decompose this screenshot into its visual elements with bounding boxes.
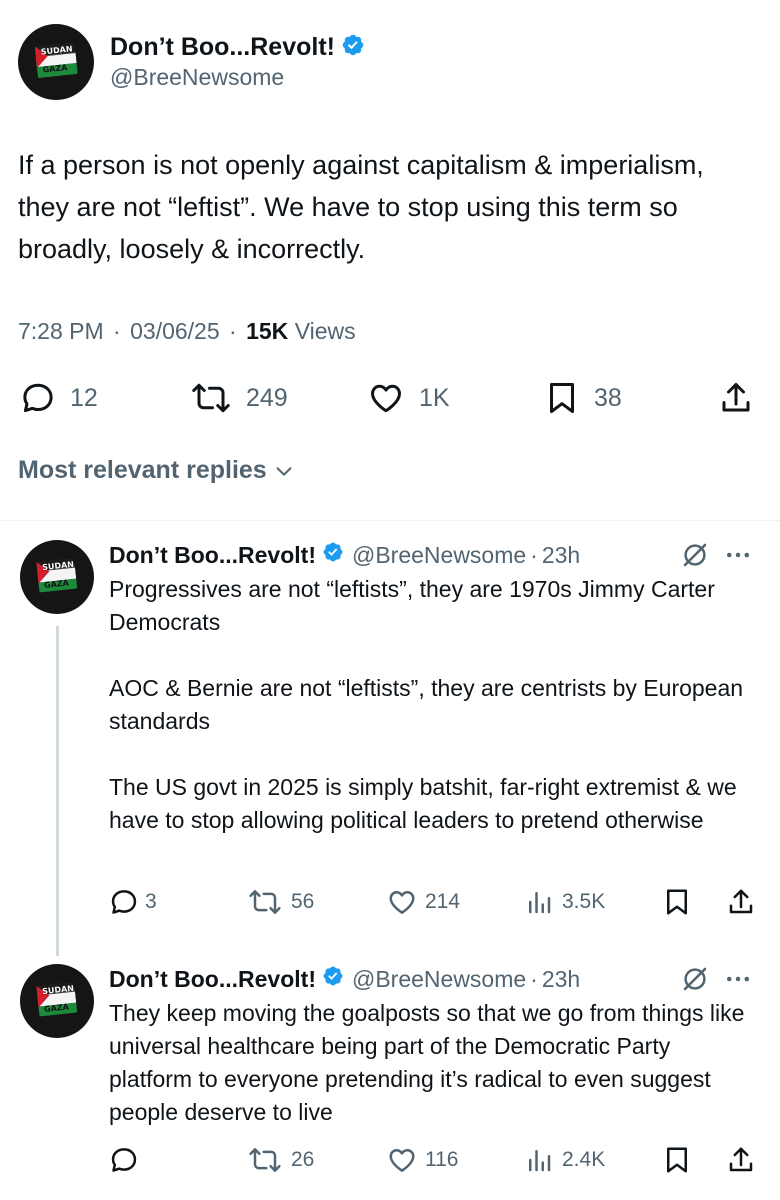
reply-top-right — [678, 964, 754, 994]
repost-count: 249 — [246, 383, 288, 412]
chevron-down-icon — [276, 466, 292, 476]
analytics-icon — [529, 892, 551, 914]
heart-icon — [371, 384, 401, 413]
bookmark-button[interactable]: 38 — [544, 374, 622, 422]
like-count: 1K — [419, 383, 450, 412]
reply-action-bar: 26 116 2.4K — [0, 1142, 780, 1178]
meta-separator: · — [113, 318, 121, 344]
tweet-text: If a person is not openly against capita… — [18, 150, 704, 264]
more-options-icon[interactable] — [722, 964, 754, 994]
heart-icon — [389, 891, 415, 914]
views-count: 2.4K — [562, 1148, 606, 1171]
reply-count: 3 — [145, 890, 157, 913]
replies-sort-label: Most relevant replies — [18, 456, 267, 484]
like-button[interactable]: 116 — [387, 1142, 458, 1178]
reply-icon — [111, 890, 137, 914]
meta-separator: · — [530, 541, 538, 568]
reply-handle[interactable]: @BreeNewsome — [352, 966, 526, 993]
author-handle[interactable]: @BreeNewsome — [110, 64, 284, 91]
bookmark-icon — [667, 889, 687, 915]
reply-count: 12 — [70, 383, 98, 412]
meta-separator: · — [530, 965, 538, 992]
reply-button[interactable]: 12 — [20, 374, 98, 422]
reply-time[interactable]: 23h — [542, 966, 580, 993]
tweet-date[interactable]: 03/06/25 — [130, 318, 220, 344]
repost-icon — [192, 383, 230, 413]
views-label: Views — [294, 318, 356, 344]
reply-paragraph: They keep moving the goalposts so that w… — [109, 1000, 745, 1125]
section-divider — [0, 520, 780, 521]
reply-top-right — [678, 540, 754, 570]
avatar-flag-image: SUDAN GAZA — [36, 557, 78, 593]
reply-tweet[interactable]: SUDAN GAZA Don’t Boo...Revolt! @BreeNews… — [0, 964, 780, 1194]
share-icon — [722, 383, 750, 412]
bookmark-count: 38 — [594, 383, 622, 412]
share-button[interactable] — [718, 374, 754, 422]
like-button[interactable]: 214 — [387, 884, 460, 920]
avatar[interactable]: SUDAN GAZA — [20, 964, 94, 1038]
like-button[interactable]: 1K — [367, 374, 450, 422]
grok-icon[interactable] — [678, 964, 712, 994]
author-name-line: Don’t Boo...Revolt! — [110, 30, 365, 64]
reply-paragraph: Progressives are not “leftists”, they ar… — [109, 576, 715, 635]
bookmark-button[interactable] — [662, 884, 692, 920]
more-options-icon[interactable] — [722, 540, 754, 570]
repost-button[interactable]: 56 — [247, 884, 314, 920]
like-count: 214 — [425, 890, 461, 913]
views-count: 3.5K — [562, 890, 606, 913]
reply-icon — [23, 383, 53, 413]
avatar[interactable]: SUDAN GAZA — [18, 24, 94, 100]
bookmark-button[interactable] — [662, 1142, 692, 1178]
reply-text: They keep moving the goalposts so that w… — [109, 997, 759, 1129]
repost-button[interactable]: 249 — [190, 374, 288, 422]
tweet-meta: 7:28 PM · 03/06/25 · 15K Views — [18, 318, 356, 345]
meta-separator: · — [229, 318, 237, 344]
share-button[interactable] — [726, 884, 756, 920]
tweet-action-bar: 12 249 1K 38 — [0, 374, 780, 422]
reply-name-line: Don’t Boo...Revolt! @BreeNewsome · 23h — [109, 540, 580, 570]
verified-badge-icon — [341, 33, 365, 62]
author-display-name[interactable]: Don’t Boo...Revolt! — [110, 33, 335, 62]
reply-time[interactable]: 23h — [542, 542, 580, 569]
avatar-flag-image: SUDAN GAZA — [36, 981, 78, 1017]
grok-icon[interactable] — [678, 540, 712, 570]
repost-button[interactable]: 26 — [247, 1142, 314, 1178]
like-count: 116 — [425, 1148, 459, 1171]
repost-icon — [249, 1148, 281, 1172]
reply-name-line: Don’t Boo...Revolt! @BreeNewsome · 23h — [109, 964, 580, 994]
repost-count: 26 — [291, 1148, 315, 1171]
views-button[interactable]: 3.5K — [524, 884, 605, 920]
reply-paragraph: The US govt in 2025 is simply batshit, f… — [109, 774, 737, 833]
repost-icon — [249, 890, 281, 914]
avatar[interactable]: SUDAN GAZA — [20, 540, 94, 614]
views-count: 15K — [246, 318, 289, 344]
main-tweet: SUDAN GAZA Don’t Boo...Revolt! @BreeNews… — [0, 0, 780, 520]
reply-display-name[interactable]: Don’t Boo...Revolt! — [109, 542, 316, 569]
verified-badge-icon — [322, 965, 344, 993]
reply-text: Progressives are not “leftists”, they ar… — [109, 573, 759, 837]
reply-handle[interactable]: @BreeNewsome — [352, 542, 526, 569]
reply-button[interactable] — [109, 1142, 147, 1178]
verified-badge-icon — [322, 541, 344, 569]
repost-count: 56 — [291, 890, 315, 913]
reply-tweet[interactable]: SUDAN GAZA Don’t Boo...Revolt! @BreeNews… — [0, 540, 780, 956]
share-icon — [729, 1147, 753, 1172]
reply-display-name[interactable]: Don’t Boo...Revolt! — [109, 966, 316, 993]
reply-button[interactable]: 3 — [109, 884, 157, 920]
analytics-icon — [529, 1150, 551, 1172]
share-button[interactable] — [726, 1142, 756, 1178]
bookmark-icon — [550, 383, 574, 413]
reply-icon — [111, 1148, 137, 1172]
reply-action-bar: 3 56 214 3.5K — [0, 884, 780, 920]
share-icon — [729, 889, 753, 914]
heart-icon — [389, 1149, 415, 1172]
reply-paragraph: AOC & Bernie are not “leftists”, they ar… — [109, 675, 744, 734]
avatar-flag-image: SUDAN GAZA — [34, 42, 78, 78]
views-button[interactable]: 2.4K — [524, 1142, 605, 1178]
bookmark-icon — [667, 1147, 687, 1173]
tweet-time[interactable]: 7:28 PM — [18, 318, 104, 344]
replies-sort-dropdown[interactable]: Most relevant replies — [18, 456, 295, 485]
